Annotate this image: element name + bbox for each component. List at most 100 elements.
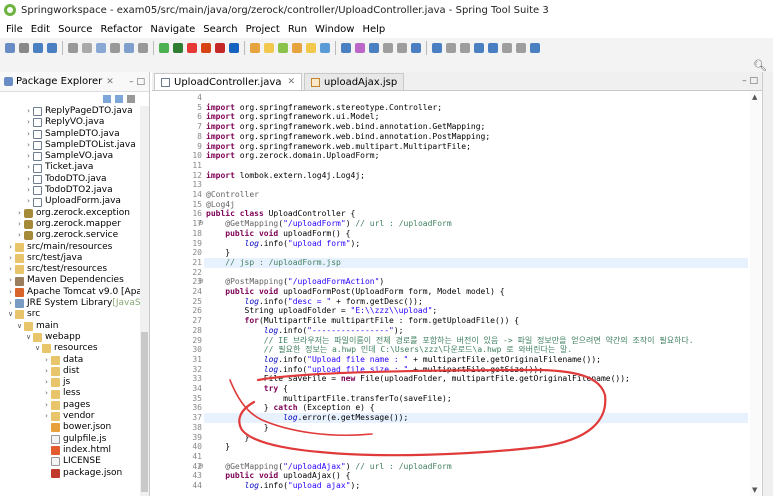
- collapsed-arrow-icon[interactable]: ›: [7, 253, 14, 264]
- collapsed-arrow-icon[interactable]: ›: [25, 140, 32, 151]
- tree-item[interactable]: › JRE System Library [JavaSE-1: [0, 298, 140, 309]
- editor-tab[interactable]: uploadAjax.jsp: [304, 73, 405, 90]
- fold-toggle-icon[interactable]: ⊖: [198, 277, 204, 285]
- toolbar-button-icon[interactable]: [201, 43, 211, 53]
- code-line[interactable]: log.info("upload ajax");: [206, 481, 361, 491]
- toolbar-button-icon[interactable]: [215, 43, 225, 53]
- code-line[interactable]: // 필요한 정보는 a.hwp 인데 C:\Users\zzz\다운로드\a.…: [206, 345, 572, 355]
- code-line[interactable]: log.error(e.getMessage());: [206, 413, 408, 423]
- toolbar-button-icon[interactable]: [187, 43, 197, 53]
- tree-item[interactable]: index.html: [0, 445, 140, 456]
- tree-item[interactable]: › src/test/resources: [0, 264, 140, 275]
- toolbar-button-icon[interactable]: [397, 43, 407, 53]
- collapsed-arrow-icon[interactable]: ›: [43, 400, 50, 411]
- tree-item[interactable]: › TodoDTO2.java: [0, 185, 140, 196]
- code-line[interactable]: }: [206, 423, 269, 433]
- collapsed-arrow-icon[interactable]: ›: [25, 117, 32, 128]
- fold-toggle-icon[interactable]: ⊖: [198, 462, 204, 470]
- toolbar-button-icon[interactable]: [306, 43, 316, 53]
- toolbar-button-icon[interactable]: [474, 43, 484, 53]
- code-line[interactable]: import org.springframework.web.multipart…: [206, 142, 471, 152]
- collapsed-arrow-icon[interactable]: ›: [7, 275, 14, 286]
- collapsed-arrow-icon[interactable]: ›: [7, 298, 14, 309]
- code-line[interactable]: }: [206, 433, 250, 443]
- code-line[interactable]: } catch (Exception e) {: [206, 403, 375, 413]
- close-icon[interactable]: ✕: [106, 77, 114, 87]
- code-line[interactable]: log.info("----------------");: [206, 326, 404, 336]
- expanded-arrow-icon[interactable]: ∨: [34, 343, 41, 354]
- code-line[interactable]: import lombok.extern.log4j.Log4j;: [206, 171, 365, 181]
- tree-item[interactable]: › less: [0, 388, 140, 399]
- code-line[interactable]: log.info("upload file size : " + multipa…: [206, 365, 543, 375]
- toolbar-button-icon[interactable]: [124, 43, 134, 53]
- toolbar-button-icon[interactable]: [488, 43, 498, 53]
- code-line[interactable]: }: [206, 442, 230, 452]
- code-line[interactable]: log.info("upload form");: [206, 239, 361, 249]
- tree-item[interactable]: gulpfile.js: [0, 434, 140, 445]
- tree-item[interactable]: ∨ src: [0, 309, 140, 320]
- menu-edit[interactable]: Edit: [27, 24, 54, 35]
- explorer-scrollbar[interactable]: [140, 106, 149, 496]
- toolbar-button-icon[interactable]: [138, 43, 148, 53]
- tree-item[interactable]: › pages: [0, 400, 140, 411]
- toolbar-button-icon[interactable]: [355, 43, 365, 53]
- code-line[interactable]: import org.springframework.ui.Model;: [206, 112, 379, 122]
- code-area[interactable]: 4 5 import org.springframework.stereotype.…: [178, 91, 748, 496]
- menu-window[interactable]: Window: [311, 24, 358, 35]
- tree-item[interactable]: › SampleDTOList.java: [0, 140, 140, 151]
- collapsed-arrow-icon[interactable]: ›: [43, 388, 50, 399]
- expanded-arrow-icon[interactable]: ∨: [25, 332, 32, 343]
- tree-item[interactable]: › js: [0, 377, 140, 388]
- code-line[interactable]: import org.zerock.domain.UploadForm;: [206, 151, 379, 161]
- link-editor-icon[interactable]: [115, 95, 123, 103]
- toolbar-button-icon[interactable]: [159, 43, 169, 53]
- tree-item[interactable]: package.json: [0, 468, 140, 479]
- toolbar-button-icon[interactable]: [516, 43, 526, 53]
- code-line[interactable]: import org.springframework.web.bind.anno…: [206, 132, 490, 142]
- editor-scrollbar[interactable]: ▲ ▼: [750, 91, 761, 496]
- collapsed-arrow-icon[interactable]: ›: [16, 230, 23, 241]
- toolbar-button-icon[interactable]: [446, 43, 456, 53]
- expanded-arrow-icon[interactable]: ∨: [16, 321, 23, 332]
- menu-source[interactable]: Source: [54, 24, 96, 35]
- toolbar-button-icon[interactable]: [5, 43, 15, 53]
- scroll-up-icon[interactable]: ▲: [752, 93, 757, 101]
- toolbar-button-icon[interactable]: [320, 43, 330, 53]
- menu-navigate[interactable]: Navigate: [146, 24, 199, 35]
- collapsed-arrow-icon[interactable]: ›: [25, 185, 32, 196]
- toolbar-button-icon[interactable]: [530, 43, 540, 53]
- toolbar-button-icon[interactable]: [96, 43, 106, 53]
- tree-item[interactable]: › ReplyPageDTO.java: [0, 106, 140, 117]
- code-line[interactable]: String uploadFolder = "E:\\zzz\\upload";: [206, 306, 438, 316]
- toolbar-button-icon[interactable]: [432, 43, 442, 53]
- code-line[interactable]: @Controller: [206, 190, 259, 200]
- code-line[interactable]: }: [206, 248, 230, 258]
- menu-search[interactable]: Search: [199, 24, 241, 35]
- tree-item[interactable]: › org.zerock.exception: [0, 208, 140, 219]
- expanded-arrow-icon[interactable]: ∨: [7, 309, 14, 320]
- toolbar-button-icon[interactable]: [68, 43, 78, 53]
- tree-item[interactable]: ∨ main: [0, 321, 140, 332]
- tree-item[interactable]: ∨ webapp: [0, 332, 140, 343]
- collapsed-arrow-icon[interactable]: ›: [25, 106, 32, 117]
- tree-item[interactable]: › vendor: [0, 411, 140, 422]
- toolbar-button-icon[interactable]: [292, 43, 302, 53]
- code-line[interactable]: try {: [206, 384, 288, 394]
- tree-item[interactable]: LICENSE: [0, 456, 140, 467]
- collapsed-arrow-icon[interactable]: ›: [16, 208, 23, 219]
- collapsed-arrow-icon[interactable]: ›: [7, 264, 14, 275]
- code-line[interactable]: for(MultipartFile multipartFile : form.g…: [206, 316, 520, 326]
- search-icon[interactable]: 🔍︎: [753, 59, 767, 72]
- code-line[interactable]: @GetMapping("/uploadForm") // url : /upl…: [206, 219, 451, 229]
- tree-item[interactable]: › data: [0, 355, 140, 366]
- toolbar-button-icon[interactable]: [460, 43, 470, 53]
- tree-item[interactable]: › src/main/resources: [0, 242, 140, 253]
- code-line[interactable]: public void uploadFormPost(UploadForm fo…: [206, 287, 504, 297]
- toolbar-button-icon[interactable]: [369, 43, 379, 53]
- editor-tab[interactable]: UploadController.java ✕: [154, 73, 302, 90]
- code-line[interactable]: import org.springframework.web.bind.anno…: [206, 122, 485, 132]
- tree-item[interactable]: › Apache Tomcat v9.0 [Apache: [0, 287, 140, 298]
- tree-item[interactable]: › SampleDTO.java: [0, 129, 140, 140]
- code-line[interactable]: log.info("Upload file name : " + multipa…: [206, 355, 601, 365]
- fold-toggle-icon[interactable]: ⊖: [198, 219, 204, 227]
